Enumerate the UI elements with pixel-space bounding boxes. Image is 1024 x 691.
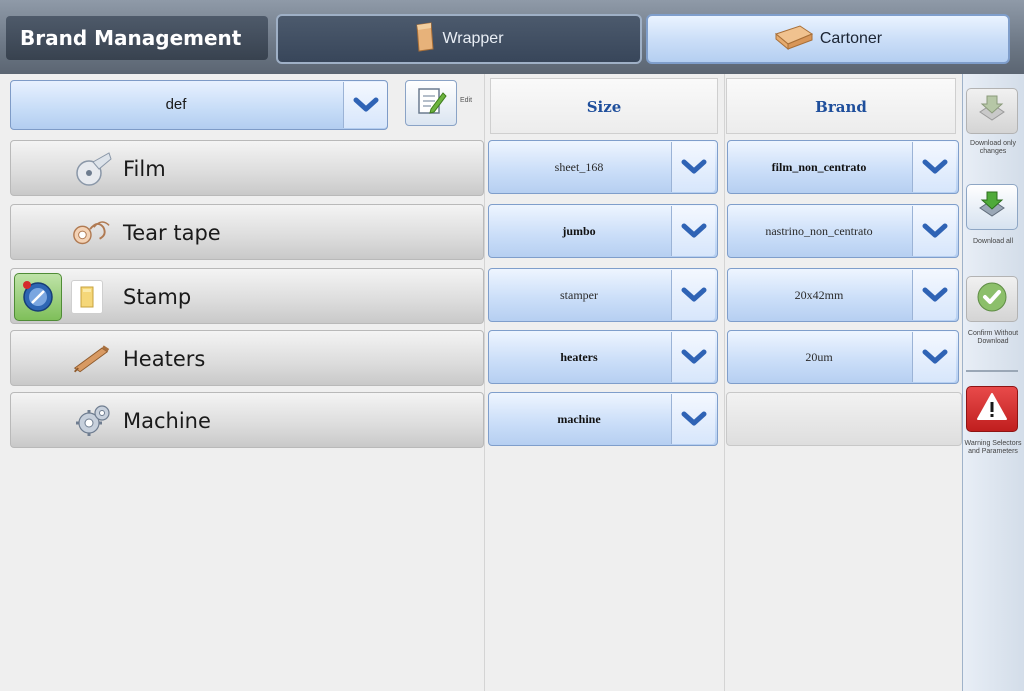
download-icon xyxy=(975,92,1009,131)
select-film-size[interactable]: sheet_168 xyxy=(488,140,718,194)
select-tear-tape-brand[interactable]: nastrino_non_centrato xyxy=(727,204,959,258)
download-changes-label: Download only changes xyxy=(970,140,1016,155)
select-tear-tape-size-value: jumbo xyxy=(562,224,596,238)
tear-tape-icon xyxy=(71,213,111,253)
tab-wrapper-label: Wrapper xyxy=(442,30,504,47)
select-tear-tape-size[interactable]: jumbo xyxy=(488,204,718,258)
row-stamp-label: Stamp xyxy=(123,285,192,309)
edit-icon xyxy=(415,85,447,122)
row-machine-label: Machine xyxy=(123,409,211,433)
download-all-label: Download all xyxy=(972,238,1014,245)
select-heaters-brand[interactable]: 20um xyxy=(727,330,959,384)
row-tear-tape-label: Tear tape xyxy=(123,221,221,245)
warning-label: Warning Selectors and Parameters xyxy=(964,440,1022,455)
column-header-size: Size xyxy=(490,78,718,134)
tab-cartoner-label: Cartoner xyxy=(819,30,883,47)
gear-icon xyxy=(73,401,113,441)
chevron-down-icon[interactable] xyxy=(671,394,715,444)
sidebar-divider xyxy=(966,370,1018,372)
stamp-toggle-icon[interactable] xyxy=(14,273,62,321)
select-heaters-brand-value: 20um xyxy=(805,350,833,364)
edit-button[interactable] xyxy=(405,80,457,126)
chevron-down-icon[interactable] xyxy=(671,270,715,320)
select-stamp-brand-value: 20x42mm xyxy=(794,288,844,302)
select-machine-size[interactable]: machine xyxy=(488,392,718,446)
select-film-size-value: sheet_168 xyxy=(554,160,604,174)
machine-brand-cell xyxy=(726,392,962,446)
column-divider xyxy=(724,74,725,691)
cartoner-icon xyxy=(774,24,814,55)
stamp-icon xyxy=(71,280,103,314)
column-header-brand: Brand xyxy=(726,78,956,134)
chevron-down-icon[interactable] xyxy=(343,82,387,128)
edit-label: Edit xyxy=(460,97,473,104)
chevron-down-icon[interactable] xyxy=(912,142,956,192)
wrapper-icon xyxy=(414,21,436,57)
tab-cartoner[interactable]: Cartoner xyxy=(646,14,1010,64)
row-tear-tape[interactable]: Tear tape xyxy=(10,204,484,260)
page-title: Brand Management xyxy=(6,16,268,60)
chevron-down-icon[interactable] xyxy=(912,270,956,320)
row-machine[interactable]: Machine xyxy=(10,392,484,448)
download-changes-button[interactable] xyxy=(966,88,1018,134)
tab-wrapper[interactable]: Wrapper xyxy=(276,14,642,64)
profile-select[interactable]: def xyxy=(10,80,388,130)
select-stamp-size[interactable]: stamper xyxy=(488,268,718,322)
select-heaters-size-value: heaters xyxy=(560,350,598,364)
download-all-button[interactable] xyxy=(966,184,1018,230)
chevron-down-icon[interactable] xyxy=(671,142,715,192)
row-film-label: Film xyxy=(123,157,166,181)
select-heaters-size[interactable]: heaters xyxy=(488,330,718,384)
chevron-down-icon[interactable] xyxy=(671,206,715,256)
row-heaters-label: Heaters xyxy=(123,347,206,371)
confirm-button[interactable] xyxy=(966,276,1018,322)
warning-button[interactable] xyxy=(966,386,1018,432)
film-reel-icon xyxy=(73,149,113,189)
select-stamp-brand[interactable]: 20x42mm xyxy=(727,268,959,322)
heater-icon xyxy=(71,339,111,379)
chevron-down-icon[interactable] xyxy=(671,332,715,382)
download-icon xyxy=(975,188,1009,227)
chevron-down-icon[interactable] xyxy=(912,206,956,256)
confirm-label: Confirm Without Download xyxy=(967,330,1019,345)
row-heaters[interactable]: Heaters xyxy=(10,330,484,386)
profile-select-value: def xyxy=(165,96,187,113)
action-sidebar xyxy=(962,74,1024,691)
warning-icon xyxy=(975,391,1009,428)
select-film-brand[interactable]: film_non_centrato xyxy=(727,140,959,194)
row-film[interactable]: Film xyxy=(10,140,484,196)
column-divider xyxy=(484,74,485,691)
chevron-down-icon[interactable] xyxy=(912,332,956,382)
row-stamp[interactable]: Stamp xyxy=(10,268,484,324)
select-film-brand-value: film_non_centrato xyxy=(771,160,867,174)
select-stamp-size-value: stamper xyxy=(560,288,598,302)
check-icon xyxy=(975,280,1009,319)
select-machine-size-value: machine xyxy=(557,412,601,426)
select-tear-tape-brand-value: nastrino_non_centrato xyxy=(765,224,873,238)
